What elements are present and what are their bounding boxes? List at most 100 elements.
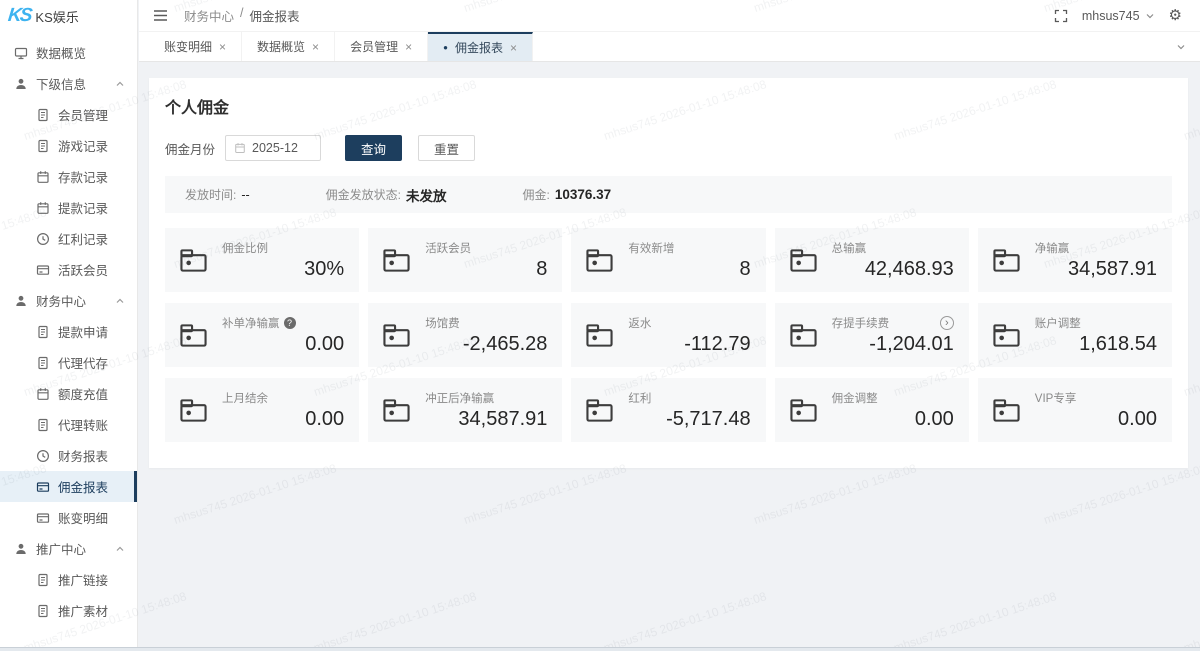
- card-label: 场馆费: [425, 315, 460, 331]
- sidebar-item-label: 佣金报表: [58, 477, 108, 496]
- close-icon[interactable]: ×: [405, 41, 412, 53]
- sidebar-item-label: 财务报表: [58, 446, 108, 465]
- clock-icon: [36, 449, 50, 463]
- folder-icon: [991, 397, 1022, 424]
- sidebar-item-label: 数据概览: [36, 43, 86, 62]
- sidebar-item-agent-deposit[interactable]: 代理代存: [0, 347, 137, 378]
- card-adjusted-net-winloss: 补单净输赢? 0.00: [165, 303, 359, 367]
- gear-icon[interactable]: ⚙: [1169, 8, 1182, 23]
- sidebar-item-quota-recharge[interactable]: 额度充值: [0, 378, 137, 409]
- chevron-down-icon: [1176, 42, 1186, 52]
- sidebar-item-label: 代理代存: [58, 353, 108, 372]
- card-value: 0.00: [222, 408, 344, 431]
- sidebar-item-commission-report[interactable]: 佣金报表: [0, 471, 137, 502]
- folder-icon: [381, 397, 412, 424]
- card-label: 佣金比例: [222, 240, 268, 256]
- status-value: --: [241, 188, 249, 202]
- sidebar-group-finance-center[interactable]: 财务中心: [0, 285, 137, 316]
- sidebar-item-member-management[interactable]: 会员管理: [0, 99, 137, 130]
- sidebar-item-active-members[interactable]: 活跃会员: [0, 254, 137, 285]
- folder-icon: [584, 322, 615, 349]
- horizontal-scrollbar[interactable]: [0, 647, 1200, 651]
- tab-label: 数据概览: [257, 38, 305, 55]
- month-picker-input[interactable]: 2025-12: [225, 135, 321, 161]
- card-corrected-net-winloss: 冲正后净输赢 34,587.91: [368, 378, 562, 442]
- card-venue-fee: 场馆费 -2,465.28: [368, 303, 562, 367]
- close-icon[interactable]: ×: [312, 41, 319, 53]
- document-icon: [36, 418, 50, 432]
- document-icon: [36, 604, 50, 618]
- card-icon: [36, 263, 50, 277]
- tabs-options-dropdown[interactable]: [1162, 32, 1200, 61]
- team-icon: [14, 294, 28, 308]
- card-value: 0.00: [1035, 408, 1157, 431]
- sidebar-item-data-overview[interactable]: 数据概览: [0, 37, 137, 68]
- card-value: 1,618.54: [1035, 333, 1157, 356]
- card-label: 活跃会员: [425, 240, 471, 256]
- card-label: 返水: [628, 315, 651, 331]
- sidebar-item-withdrawal-request[interactable]: 提款申请: [0, 316, 137, 347]
- close-icon[interactable]: ×: [219, 41, 226, 53]
- month-picker-value: 2025-12: [252, 141, 298, 155]
- brand-logo[interactable]: KS KS娱乐: [0, 0, 137, 32]
- document-icon: [36, 139, 50, 153]
- chevron-up-icon: [115, 296, 125, 306]
- topbar-right: mhsus745 ⚙: [1054, 8, 1182, 23]
- tab-label: 佣金报表: [455, 39, 503, 56]
- sidebar-item-promo-links[interactable]: 推广链接: [0, 564, 137, 595]
- card-commission-rate: 佣金比例 30%: [165, 228, 359, 292]
- document-icon: [36, 573, 50, 587]
- tab-account-changes[interactable]: 账变明细 ×: [149, 32, 242, 61]
- folder-icon: [991, 322, 1022, 349]
- expand-icon[interactable]: ›: [940, 316, 954, 330]
- folder-icon: [584, 397, 615, 424]
- card-deposit-withdraw-fee: 存提手续费› -1,204.01: [775, 303, 969, 367]
- menu-collapse-icon[interactable]: [153, 9, 168, 22]
- breadcrumb-current: 佣金报表: [250, 6, 300, 25]
- card-value: -5,717.48: [628, 408, 750, 431]
- sidebar-item-finance-report[interactable]: 财务报表: [0, 440, 137, 471]
- sidebar-item-bonus-records[interactable]: 红利记录: [0, 223, 137, 254]
- search-button[interactable]: 查询: [345, 135, 402, 161]
- user-menu[interactable]: mhsus745: [1082, 9, 1155, 23]
- close-icon[interactable]: ×: [510, 42, 517, 54]
- sidebar-item-game-records[interactable]: 游戏记录: [0, 130, 137, 161]
- tab-commission-report[interactable]: ● 佣金报表 ×: [428, 32, 533, 61]
- sidebar-item-withdrawal-records[interactable]: 提款记录: [0, 192, 137, 223]
- folder-icon: [381, 247, 412, 274]
- tab-member-management[interactable]: 会员管理 ×: [335, 32, 428, 61]
- fullscreen-icon[interactable]: [1054, 9, 1068, 23]
- reset-button[interactable]: 重置: [418, 135, 475, 161]
- breadcrumb-section[interactable]: 财务中心: [184, 6, 234, 25]
- sidebar-item-promo-materials[interactable]: 推广素材: [0, 595, 137, 626]
- card-label: 补单净输赢: [222, 315, 280, 331]
- folder-icon: [584, 247, 615, 274]
- sidebar-group-promotion-center[interactable]: 推广中心: [0, 533, 137, 564]
- tab-label: 账变明细: [164, 38, 212, 55]
- sidebar-item-deposit-records[interactable]: 存款记录: [0, 161, 137, 192]
- folder-icon: [788, 322, 819, 349]
- card-label: 佣金调整: [832, 390, 878, 406]
- document-icon: [36, 108, 50, 122]
- sidebar-menu: 数据概览 下级信息 会员管理 游戏记录 存款记录 提款记录 红利记录 活跃会员 …: [0, 37, 137, 626]
- card-value: 34,587.91: [425, 408, 547, 431]
- tab-data-overview[interactable]: 数据概览 ×: [242, 32, 335, 61]
- sidebar-item-label: 提款申请: [58, 322, 108, 341]
- chevron-down-icon: [1145, 11, 1155, 21]
- sidebar-item-account-changes[interactable]: 账变明细: [0, 502, 137, 533]
- folder-icon: [178, 322, 209, 349]
- active-dot-icon: ●: [443, 44, 448, 52]
- sidebar-item-agent-transfer[interactable]: 代理转账: [0, 409, 137, 440]
- calendar-icon: [36, 387, 50, 401]
- team-icon: [14, 542, 28, 556]
- status-value: 未发放: [406, 185, 447, 205]
- main-area: 财务中心 / 佣金报表 mhsus745 ⚙ 账变明细 × 数据概览 × 会员管…: [139, 0, 1200, 651]
- clock-icon: [36, 232, 50, 246]
- status-label: 佣金发放状态:: [326, 186, 401, 203]
- topbar: 财务中心 / 佣金报表 mhsus745 ⚙: [139, 0, 1200, 32]
- sidebar-group-subordinate-info[interactable]: 下级信息: [0, 68, 137, 99]
- status-value: 10376.37: [555, 187, 611, 202]
- help-icon[interactable]: ?: [284, 317, 296, 329]
- card-bonus: 红利 -5,717.48: [571, 378, 765, 442]
- card-value: -2,465.28: [425, 333, 547, 356]
